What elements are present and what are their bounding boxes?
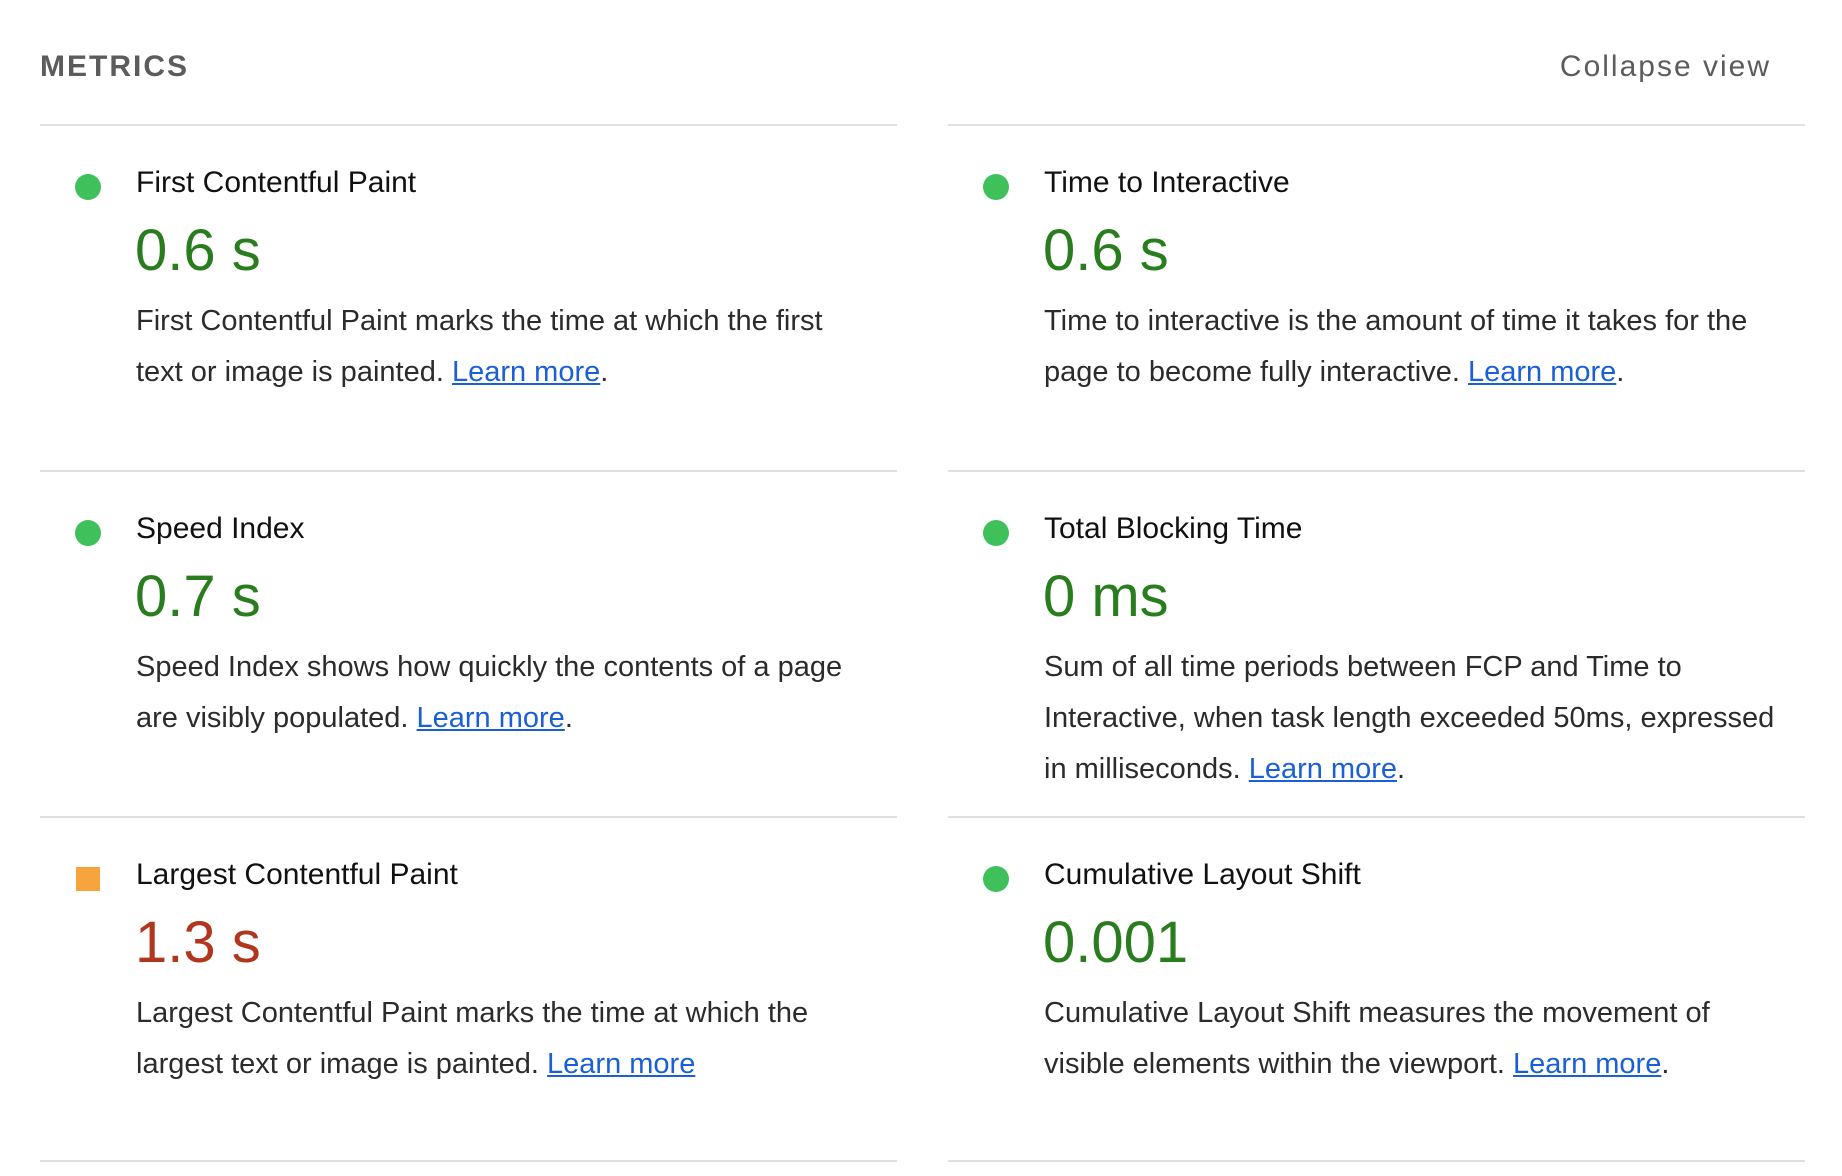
metric-total-blocking-time: Total Blocking Time 0 ms Sum of all time…	[948, 470, 1805, 816]
metrics-grid: First Contentful Paint 0.6 s First Conte…	[40, 124, 1805, 1162]
metric-description-text: Largest Contentful Paint marks the time …	[136, 997, 809, 1080]
metric-cumulative-layout-shift: Cumulative Layout Shift 0.001 Cumulative…	[948, 816, 1805, 1162]
metric-time-to-interactive: Time to Interactive 0.6 s Time to intera…	[948, 124, 1805, 470]
metric-description: Speed Index shows how quickly the conten…	[136, 642, 876, 744]
learn-more-link[interactable]: Learn more	[452, 356, 600, 388]
metric-description: Sum of all time periods between FCP and …	[1044, 642, 1784, 795]
description-period: .	[1616, 356, 1625, 388]
green-circle-icon	[983, 520, 1009, 546]
learn-more-link[interactable]: Learn more	[547, 1048, 695, 1080]
metric-value: 0.6 s	[1043, 218, 1169, 283]
collapse-view-toggle[interactable]: Collapse view	[1560, 50, 1771, 84]
green-circle-icon	[75, 520, 101, 546]
metric-title: Speed Index	[136, 512, 305, 545]
metric-title: First Contentful Paint	[136, 166, 417, 199]
metric-description: Largest Contentful Paint marks the time …	[136, 988, 876, 1090]
learn-more-link[interactable]: Learn more	[1468, 356, 1616, 388]
metrics-header: METRICS Collapse view	[40, 50, 1805, 90]
metric-description-text: Time to interactive is the amount of tim…	[1044, 305, 1748, 388]
metric-first-contentful-paint: First Contentful Paint 0.6 s First Conte…	[40, 124, 897, 470]
metric-title: Largest Contentful Paint	[136, 858, 458, 891]
learn-more-link[interactable]: Learn more	[1513, 1048, 1661, 1080]
description-period: .	[1661, 1048, 1670, 1080]
green-circle-icon	[983, 174, 1009, 200]
metric-title: Cumulative Layout Shift	[1044, 858, 1361, 891]
metric-description: Cumulative Layout Shift measures the mov…	[1044, 988, 1784, 1090]
green-circle-icon	[75, 174, 101, 200]
description-period: .	[1397, 753, 1406, 785]
orange-square-icon	[76, 867, 100, 891]
section-title: METRICS	[40, 50, 189, 83]
metric-description-text: Sum of all time periods between FCP and …	[1044, 651, 1775, 785]
metric-value: 0.7 s	[135, 564, 261, 629]
green-circle-icon	[983, 866, 1009, 892]
metric-value: 0.001	[1043, 910, 1189, 975]
description-period: .	[564, 702, 573, 734]
metric-speed-index: Speed Index 0.7 s Speed Index shows how …	[40, 470, 897, 816]
metric-description: Time to interactive is the amount of tim…	[1044, 296, 1784, 398]
description-period: .	[600, 356, 609, 388]
metric-value: 0.6 s	[135, 218, 261, 283]
metric-largest-contentful-paint: Largest Contentful Paint 1.3 s Largest C…	[40, 816, 897, 1162]
metric-description: First Contentful Paint marks the time at…	[136, 296, 876, 398]
metric-title: Total Blocking Time	[1044, 512, 1303, 545]
metric-value: 0 ms	[1043, 564, 1169, 629]
metric-value: 1.3 s	[135, 910, 261, 975]
learn-more-link[interactable]: Learn more	[1249, 753, 1397, 785]
learn-more-link[interactable]: Learn more	[417, 702, 565, 734]
metric-title: Time to Interactive	[1044, 166, 1290, 199]
